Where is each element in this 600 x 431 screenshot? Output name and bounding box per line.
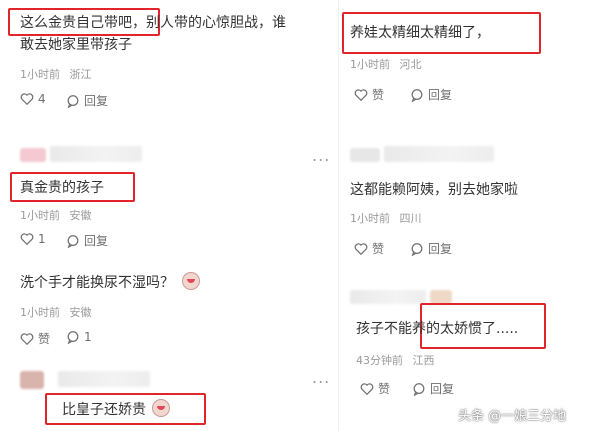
comment-text: 这么金贵自己带吧，别人带的心惊胆战，谁 [20,15,286,31]
like-count: 1 [38,232,46,246]
comment-text-content: 比皇子还娇贵 [62,402,146,418]
comment-bubble-icon [67,331,79,344]
reply-label: 回复 [428,88,453,102]
reply-label: 回复 [428,242,453,256]
comment-location: 安徽 [69,306,92,319]
more-icon[interactable]: ... [312,368,330,387]
comment-meta: 1小时前 浙江 [20,66,92,82]
comment-bubble-icon [411,88,423,102]
heart-icon [20,93,34,106]
heart-icon [20,233,34,246]
reply-button[interactable]: 回复 [410,86,452,103]
watermark: 头条 @一娘三分地 [458,409,567,424]
comment-location: 江西 [412,354,435,367]
comment-time: 1小时前 [20,209,60,222]
comment-text: 这都能赖阿姨，别去她家啦 [350,182,518,198]
comment-text: 比皇子还娇贵 [62,399,171,419]
comment-meta: 1小时前 四川 [350,210,422,226]
comment-bubble-icon [413,382,425,396]
like-label: 赞 [378,382,391,396]
comment-time: 1小时前 [350,212,390,225]
comment-text: 洗个手才能换尿不湿吗？ [20,272,201,292]
like-button[interactable]: 赞 [360,380,390,397]
reply-count: 1 [84,330,92,344]
comment-time: 1小时前 [20,68,60,81]
username-blurred [384,146,494,162]
comment-location: 河北 [399,58,422,71]
comment-text: 敢去她家里带孩子 [20,37,132,53]
comment-meta: 1小时前 安徽 [20,304,92,320]
comment-time: 1小时前 [20,306,60,319]
heart-icon [354,88,368,101]
comment-bubble-icon [67,234,79,248]
username-blurred [58,371,150,387]
reply-label: 回复 [84,234,109,248]
like-button[interactable]: 赞 [354,240,384,257]
clown-emoji-icon [152,399,171,417]
reply-button[interactable]: 1 [66,330,92,344]
like-button[interactable]: 赞 [20,330,50,347]
comment-text-content: 洗个手才能换尿不湿吗？ [20,275,174,291]
like-label: 赞 [372,88,385,102]
comment-location: 四川 [399,212,422,225]
avatar[interactable] [350,148,380,162]
like-button[interactable]: 赞 [354,86,384,103]
comment-text: 真金贵的孩子 [20,180,104,196]
avatar[interactable] [20,371,44,389]
like-label: 赞 [38,332,51,346]
reply-button[interactable]: 回复 [412,380,454,397]
like-button[interactable]: 1 [20,232,46,246]
username-blurred [50,146,142,162]
like-label: 赞 [372,242,385,256]
comment-bubble-icon [411,242,423,256]
avatar[interactable] [430,290,452,304]
username-blurred [350,290,426,304]
reply-label: 回复 [84,94,109,108]
comment-location: 安徽 [69,209,92,222]
more-icon[interactable]: ... [312,146,330,165]
clown-emoji-icon [182,272,201,290]
reply-button[interactable]: 回复 [410,240,452,257]
heart-icon [20,332,34,345]
like-button[interactable]: 4 [20,92,46,106]
like-count: 4 [38,92,46,106]
comment-meta: 1小时前 河北 [350,56,422,72]
column-divider [338,0,339,431]
comment-meta: 43分钟前 江西 [356,352,435,368]
comment-time: 1小时前 [350,58,390,71]
heart-icon [354,242,368,255]
comment-meta: 1小时前 安徽 [20,207,92,223]
reply-button[interactable]: 回复 [66,92,108,109]
reply-button[interactable]: 回复 [66,232,108,249]
comment-text: 养娃太精细太精细了， [350,25,490,41]
reply-label: 回复 [430,382,455,396]
comment-location: 浙江 [69,68,92,81]
heart-icon [360,382,374,395]
avatar[interactable] [20,148,46,162]
comment-text: 孩子不能养的太娇惯了..... [356,321,519,337]
comment-bubble-icon [67,94,79,108]
comment-time: 43分钟前 [356,354,403,367]
